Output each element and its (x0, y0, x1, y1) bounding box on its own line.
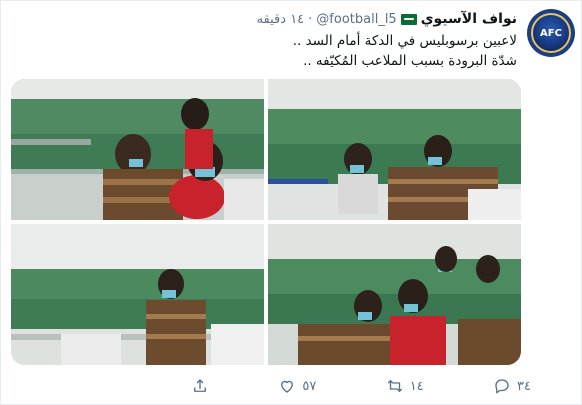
user-handle[interactable]: @football_l5 (316, 12, 396, 27)
share-icon (194, 379, 206, 392)
photo-1-image (11, 79, 264, 220)
saudi-flag-icon (400, 13, 417, 25)
avatar[interactable]: AFC (527, 9, 575, 57)
photo-4[interactable] (268, 224, 521, 365)
photo-2[interactable] (268, 79, 521, 220)
action-bar: ٣٤ ١٤ ٥٧ (191, 375, 531, 397)
tweet-text-line: شدّة البرودة بسبب الملاعب المُكيّفه .. (303, 53, 517, 69)
retweet-button[interactable]: ١٤ (386, 377, 424, 395)
tweet-header: نواف الآسيوي @football_l5 · ١٤ دقيقه (257, 11, 517, 27)
photo-grid (11, 79, 521, 365)
like-button[interactable]: ٥٧ (278, 377, 316, 395)
display-name[interactable]: نواف الآسيوي (421, 11, 517, 27)
reply-button[interactable]: ٣٤ (493, 377, 531, 395)
tweet-text-line: لاعبين برسوبليس في الدكة أمام السد .. (292, 33, 517, 49)
afc-logo: AFC (531, 13, 571, 53)
share-button[interactable] (191, 377, 209, 395)
separator-dot: · (308, 11, 313, 27)
timestamp[interactable]: ١٤ دقيقه (257, 12, 305, 27)
retweet-icon (387, 379, 402, 393)
like-count: ٥٧ (302, 378, 317, 394)
avatar-logo-text: AFC (540, 27, 562, 39)
reply-count: ٣٤ (517, 378, 531, 394)
photo-3-image (11, 224, 264, 365)
retweet-count: ١٤ (409, 378, 424, 394)
reply-icon (495, 379, 509, 394)
photo-2-image (268, 79, 521, 220)
tweet-card[interactable]: AFC نواف الآسيوي @football_l5 · ١٤ دقيقه… (0, 0, 582, 405)
photo-1[interactable] (11, 79, 264, 220)
tweet-text: لاعبين برسوبليس في الدكة أمام السد .. شد… (77, 31, 517, 71)
like-icon (281, 380, 294, 393)
photo-4-image (268, 224, 521, 365)
photo-3[interactable] (11, 224, 264, 365)
